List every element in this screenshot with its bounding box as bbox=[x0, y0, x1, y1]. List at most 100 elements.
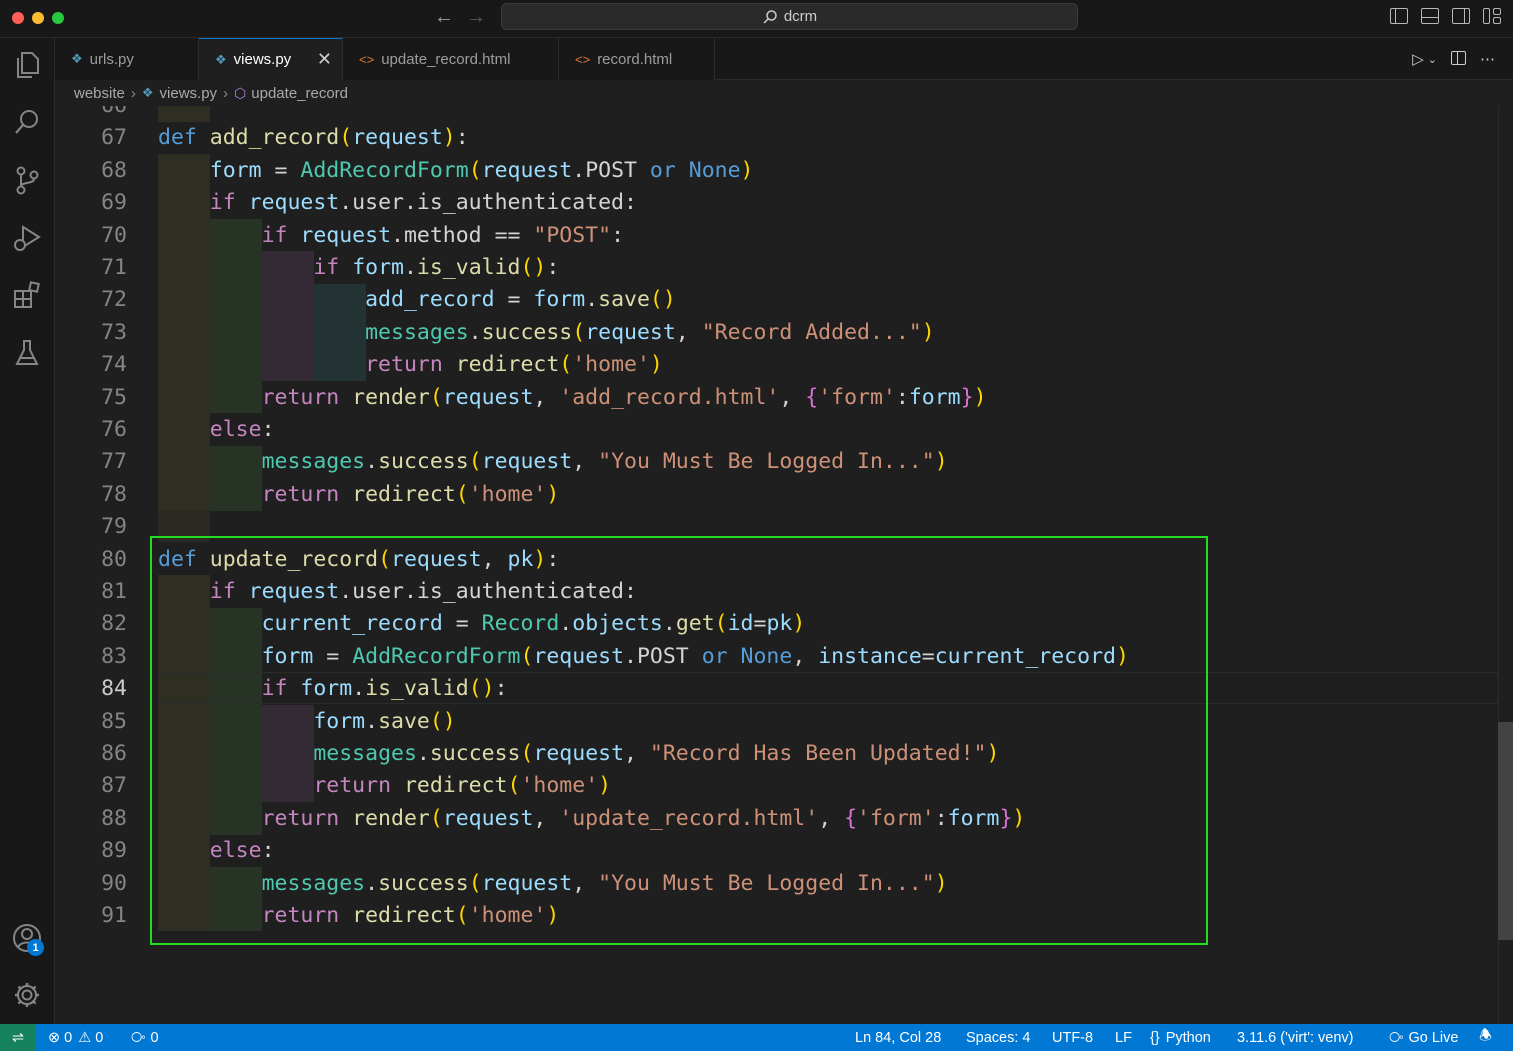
line-number: 69 bbox=[101, 190, 127, 216]
notifications-bell-icon[interactable]: 🕭 bbox=[1479, 1024, 1492, 1051]
minimize-window-button[interactable] bbox=[32, 12, 44, 24]
line-number: 81 bbox=[101, 579, 127, 604]
run-debug-icon[interactable] bbox=[9, 220, 45, 256]
line-number: 77 bbox=[101, 449, 127, 475]
line-text: form = AddRecordForm(request.POST or Non… bbox=[209, 157, 754, 183]
scrollbar-thumb[interactable] bbox=[1498, 722, 1513, 940]
code-line[interactable]: 67 def add_record(request): bbox=[55, 122, 1495, 154]
breadcrumb-folder[interactable]: website bbox=[74, 85, 125, 102]
code-line[interactable]: 75 return render(request, 'add_record.ht… bbox=[55, 382, 1495, 414]
command-center-search[interactable]: dcrm bbox=[501, 3, 1078, 30]
line-number: 82 bbox=[101, 611, 127, 637]
code-line[interactable]: 72 add_record = form.save() bbox=[55, 284, 1495, 316]
line-number: 84 bbox=[101, 676, 127, 702]
line-text: if form.is_valid(): bbox=[313, 255, 560, 280]
line-number: 79 bbox=[101, 514, 127, 540]
split-editor-icon[interactable] bbox=[1451, 51, 1466, 65]
search-text: dcrm bbox=[783, 8, 818, 25]
line-text: if request.method == "POST": bbox=[261, 222, 625, 248]
end-of-line[interactable]: LF bbox=[1115, 1024, 1132, 1051]
go-live-button[interactable]: ⧂ Go Live bbox=[1389, 1024, 1458, 1051]
code-line[interactable]: 73 messages.success(request, "Record Add… bbox=[55, 317, 1495, 349]
run-python-icon[interactable]: ▷ bbox=[1412, 50, 1424, 68]
python-interpreter[interactable]: 3.11.6 ('virt': venv) bbox=[1237, 1024, 1353, 1051]
python-icon: ❖ bbox=[71, 51, 83, 66]
line-number: 74 bbox=[101, 352, 127, 378]
status-bar: ⇌ ⊗ 0 ⚠ 0 ⧂ 0 Ln 84, Col 28 Spaces: 4 UT… bbox=[0, 1024, 1513, 1051]
toggle-panel-icon[interactable] bbox=[1421, 8, 1439, 24]
testing-icon[interactable] bbox=[9, 335, 45, 371]
braces-icon: {} bbox=[1150, 1029, 1160, 1046]
code-line[interactable]: 76 else: bbox=[55, 414, 1495, 446]
line-number: 75 bbox=[101, 384, 127, 410]
editor-tab-bar: ❖ urls.py ❖ views.py ✕ <> update_record.… bbox=[55, 38, 1513, 80]
ports-indicator[interactable]: ⧂ 0 bbox=[131, 1024, 159, 1051]
title-bar: ← → dcrm bbox=[0, 0, 1513, 38]
extensions-icon[interactable] bbox=[9, 278, 45, 314]
tab-update-record-html[interactable]: <> update_record.html bbox=[343, 38, 559, 80]
highlight-annotation-box bbox=[150, 536, 1208, 945]
line-number: 87 bbox=[101, 773, 127, 799]
search-sidebar-icon[interactable] bbox=[9, 104, 45, 140]
search-icon bbox=[763, 9, 777, 24]
line-text: return redirect('home') bbox=[365, 352, 663, 378]
breadcrumb: website › ❖ views.py › ⬡ update_record bbox=[55, 80, 1513, 106]
editor-actions: ▷ ⌄ ⋯ bbox=[1412, 50, 1495, 68]
chevron-down-icon[interactable]: ⌄ bbox=[1428, 53, 1437, 68]
tab-label: update_record.html bbox=[381, 50, 511, 68]
chevron-right-icon: › bbox=[130, 84, 136, 102]
error-count: 0 bbox=[64, 1029, 73, 1046]
customize-layout-icon[interactable] bbox=[1483, 8, 1501, 24]
line-number: 86 bbox=[101, 741, 127, 766]
maximize-window-button[interactable] bbox=[52, 12, 64, 24]
cursor-position[interactable]: Ln 84, Col 28 bbox=[855, 1024, 941, 1051]
code-line[interactable]: 78 return redirect('home') bbox=[55, 479, 1495, 511]
code-line[interactable]: 70 if request.method == "POST": bbox=[55, 220, 1495, 252]
tab-urls-py[interactable]: ❖ urls.py bbox=[55, 38, 199, 80]
line-text: def add_record(request): bbox=[158, 125, 469, 151]
code-line[interactable]: 77 messages.success(request, "You Must B… bbox=[55, 446, 1495, 478]
code-line[interactable]: 66 bbox=[55, 106, 1495, 122]
ports-count: 0 bbox=[150, 1029, 159, 1046]
line-number: 80 bbox=[101, 546, 127, 572]
activity-bar bbox=[0, 38, 55, 1024]
close-window-button[interactable] bbox=[12, 12, 24, 24]
code-line[interactable]: 69 if request.user.is_authenticated: bbox=[55, 187, 1495, 219]
line-number: 78 bbox=[101, 481, 127, 507]
line-number: 66 bbox=[55, 106, 127, 122]
line-text: else: bbox=[209, 417, 275, 442]
forward-arrow-icon[interactable]: → bbox=[466, 6, 486, 29]
symbol-method-icon: ⬡ bbox=[234, 84, 247, 101]
toggle-secondary-sidebar-icon[interactable] bbox=[1452, 8, 1470, 24]
vertical-scrollbar[interactable] bbox=[1498, 106, 1513, 1024]
problems-indicator[interactable]: ⊗ 0 ⚠ 0 bbox=[48, 1024, 103, 1051]
explorer-icon[interactable] bbox=[9, 47, 45, 83]
encoding[interactable]: UTF-8 bbox=[1052, 1024, 1093, 1051]
close-icon[interactable]: ✕ bbox=[317, 49, 332, 70]
manage-gear-icon[interactable] bbox=[9, 977, 45, 1013]
language-mode[interactable]: {} Python bbox=[1150, 1024, 1211, 1051]
python-icon: ❖ bbox=[141, 85, 154, 100]
breadcrumb-symbol[interactable]: update_record bbox=[251, 85, 348, 102]
tab-record-html[interactable]: <> record.html bbox=[559, 38, 715, 80]
line-number: 83 bbox=[101, 643, 127, 669]
line-number: 71 bbox=[101, 255, 127, 280]
tab-views-py[interactable]: ❖ views.py ✕ bbox=[199, 38, 343, 80]
tab-label: views.py bbox=[233, 51, 292, 68]
code-line[interactable]: 74 return redirect('home') bbox=[55, 349, 1495, 381]
broadcast-icon: ⧂ bbox=[1389, 1029, 1404, 1046]
code-line[interactable]: 68 form = AddRecordForm(request.POST or … bbox=[55, 155, 1495, 187]
accounts-badge: 1 bbox=[27, 939, 44, 956]
breadcrumb-file[interactable]: views.py bbox=[160, 85, 218, 102]
source-control-icon[interactable] bbox=[9, 162, 45, 198]
line-text: return render(request, 'add_record.html'… bbox=[261, 384, 987, 410]
back-arrow-icon[interactable]: ← bbox=[434, 6, 454, 29]
indentation[interactable]: Spaces: 4 bbox=[966, 1024, 1031, 1051]
html-icon: <> bbox=[575, 51, 591, 67]
code-line[interactable]: 71 if form.is_valid(): bbox=[55, 252, 1495, 284]
remote-indicator[interactable]: ⇌ bbox=[0, 1024, 36, 1051]
more-actions-icon[interactable]: ⋯ bbox=[1480, 50, 1495, 68]
warning-count: 0 bbox=[95, 1029, 104, 1046]
toggle-primary-sidebar-icon[interactable] bbox=[1390, 8, 1408, 24]
line-number: 88 bbox=[101, 805, 127, 831]
